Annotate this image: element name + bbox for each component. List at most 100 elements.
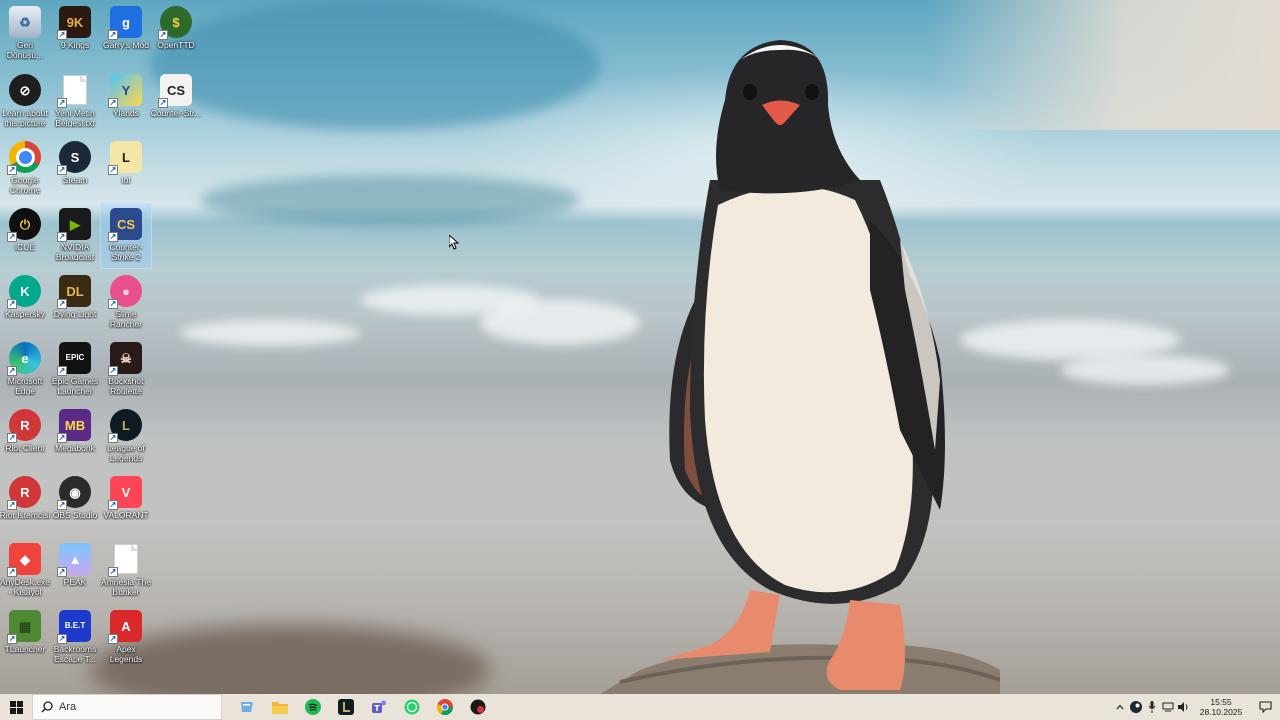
start-button[interactable]	[0, 694, 32, 720]
desktop-icon[interactable]: L ↗ League of Legends	[101, 405, 151, 469]
volume-icon[interactable]	[1176, 694, 1192, 720]
shortcut-arrow-icon: ↗	[108, 30, 118, 40]
desktop-icon[interactable]: V ↗ VALORANT	[101, 472, 151, 536]
desktop-icon[interactable]: ♻ Geri Dönüşü...	[0, 2, 50, 66]
desktop-icon[interactable]: CS ↗ Counter-Str...	[151, 70, 201, 134]
nvidia-broadcast-icon: ▶ ↗	[57, 208, 91, 242]
shortcut-arrow-icon: ↗	[108, 366, 118, 376]
desktop-icon[interactable]: MB ↗ Megabonk	[50, 405, 100, 469]
taskbar-app-file-explorer[interactable]	[230, 694, 263, 720]
desktop-icon[interactable]: ▶ ↗ NVIDIA Broadcast	[50, 204, 100, 268]
garrys-mod-icon: g ↗	[108, 6, 142, 40]
desktop-icon[interactable]: B.E.T ↗ Backrooms Escape T...	[50, 606, 100, 670]
desktop-icon[interactable]: S ↗ Steam	[50, 137, 100, 201]
desktop-icon-label: League of Legends	[107, 443, 145, 463]
learn-about-picture-icon: ⊘	[9, 74, 41, 106]
search-icon	[41, 701, 53, 713]
backrooms-icon: B.E.T ↗	[57, 610, 91, 644]
shortcut-arrow-icon: ↗	[7, 567, 17, 577]
desktop-icon[interactable]: CS ↗ Counter-Strike 2	[100, 203, 152, 269]
desktop-icon[interactable]: ⊘ Learn about this picture	[0, 70, 50, 134]
desktop-icon-label: Backrooms Escape T...	[53, 644, 97, 664]
desktop-icon[interactable]: K ↗ Kaspersky	[0, 271, 50, 335]
desktop-icon[interactable]: ● ↗ Slime Rancher	[101, 271, 151, 335]
shortcut-arrow-icon: ↗	[57, 299, 67, 309]
shortcut-arrow-icon: ↗	[108, 299, 118, 309]
recycle-bin-icon: ♻	[9, 6, 41, 38]
shortcut-arrow-icon: ↗	[57, 567, 67, 577]
taskbar-app-spotify[interactable]	[296, 694, 329, 720]
desktop-icon-label: Learn about this picture	[2, 108, 48, 128]
desktop-icon-label: 9 Kings	[60, 40, 90, 50]
riot-client-icon	[470, 699, 485, 715]
desktop-icon[interactable]: ☠ ↗ Buckshot Roulette	[101, 338, 151, 402]
clock-date: 28.10.2025	[1199, 707, 1243, 717]
desktop-icon[interactable]: EPIC ↗ Epic Games Launcher	[50, 338, 100, 402]
taskbar-search-box[interactable]: Ara	[32, 694, 222, 720]
taskbar-clock[interactable]: 15:55 28.10.2025	[1192, 697, 1250, 717]
taskbar-app-riot-client[interactable]	[461, 694, 494, 720]
shortcut-arrow-icon: ↗	[7, 165, 17, 175]
peak-icon: ▲ ↗	[57, 543, 91, 577]
shortcut-arrow-icon: ↗	[57, 366, 67, 376]
desktop-icon[interactable]: R ↗ Riot Client	[0, 405, 50, 469]
shortcut-arrow-icon: ↗	[57, 634, 67, 644]
shortcut-arrow-icon: ↗	[57, 500, 67, 510]
steam-tray-icon[interactable]	[1128, 694, 1144, 720]
desktop-icon[interactable]: L ↗ lol	[101, 137, 151, 201]
desktop-icon-label: Dying Light	[53, 309, 97, 319]
svg-text:T: T	[374, 704, 380, 713]
shortcut-arrow-icon: ↗	[108, 500, 118, 510]
show-hidden-icons-chevron-icon[interactable]	[1112, 694, 1128, 720]
riot-client-icon: R ↗	[7, 476, 41, 510]
desktop-icon-label: Counter-Strike 2	[109, 242, 143, 262]
desktop-icon[interactable]: ▲ ↗ PEAK	[50, 539, 100, 603]
desktop-icon[interactable]: A ↗ Apex Legends	[101, 606, 151, 670]
slime-rancher-icon: ● ↗	[108, 275, 142, 309]
desktop-icon-label: Google Chrome	[9, 175, 41, 195]
buckshot-roulette-icon: ☠ ↗	[108, 342, 142, 376]
desktop-icon-label: Microsoft Edge	[7, 376, 43, 396]
desktop-icon[interactable]: ◉ ↗ OBS Studio	[50, 472, 100, 536]
desktop-icon[interactable]: e ↗ Microsoft Edge	[0, 338, 50, 402]
notification-center-button[interactable]	[1250, 694, 1280, 720]
riot-client-icon: R ↗	[7, 409, 41, 443]
desktop-icon[interactable]: ↗ Yeni Metin Belgesi.txt	[50, 70, 100, 134]
whatsapp-icon	[404, 699, 419, 715]
desktop-icon[interactable]: Y ↗ Ylands	[101, 70, 151, 134]
apex-legends-icon: A ↗	[108, 610, 142, 644]
network-icon[interactable]	[1160, 694, 1176, 720]
desktop-icon[interactable]: ↗ Google Chrome	[0, 137, 50, 201]
taskbar-app-chrome[interactable]	[428, 694, 461, 720]
taskbar-app-whatsapp[interactable]	[395, 694, 428, 720]
shortcut-arrow-icon: ↗	[108, 165, 118, 175]
desktop-icon[interactable]: ⏻ ↗ iCUE	[0, 204, 50, 268]
desktop-icon[interactable]: ↗ Amnesia The Bunker	[101, 539, 151, 603]
taskbar-app-league-of-legends[interactable]	[329, 694, 362, 720]
spotify-icon	[304, 699, 321, 715]
taskbar-app-folder[interactable]	[263, 694, 296, 720]
microphone-icon[interactable]	[1144, 694, 1160, 720]
desktop-icon-label: TLauncher	[4, 644, 46, 654]
desktop-icon-label: Megabonk	[55, 443, 95, 453]
desktop-icon[interactable]: ▦ ↗ TLauncher	[0, 606, 50, 670]
desktop-icon-label: Garry's Mod	[102, 40, 150, 50]
system-tray: 15:55 28.10.2025	[1112, 694, 1280, 720]
desktop-icon[interactable]: 9K ↗ 9 Kings	[50, 2, 100, 66]
penguin-image	[600, 40, 1000, 694]
epic-games-icon: EPIC ↗	[57, 342, 91, 376]
chrome-icon: ↗	[7, 141, 41, 175]
shortcut-arrow-icon: ↗	[57, 98, 67, 108]
shortcut-arrow-icon: ↗	[7, 433, 17, 443]
desktop-icon[interactable]: $ ↗ OpenTTD	[151, 2, 201, 66]
steam-icon: S ↗	[57, 141, 91, 175]
openttd-icon: $ ↗	[158, 6, 192, 40]
taskbar-app-teams[interactable]: T	[362, 694, 395, 720]
desktop-icon[interactable]: R ↗ Riot İstemcisi	[0, 472, 50, 536]
counter-strike-icon: CS ↗	[158, 74, 192, 108]
chrome-icon	[436, 699, 453, 715]
desktop-icon-label: OBS Studio	[52, 510, 98, 520]
desktop-icon[interactable]: ◆ ↗ AnyDesk.exe - Kısayol	[0, 539, 50, 603]
desktop-icon[interactable]: g ↗ Garry's Mod	[101, 2, 151, 66]
desktop-icon[interactable]: DL ↗ Dying Light	[50, 271, 100, 335]
